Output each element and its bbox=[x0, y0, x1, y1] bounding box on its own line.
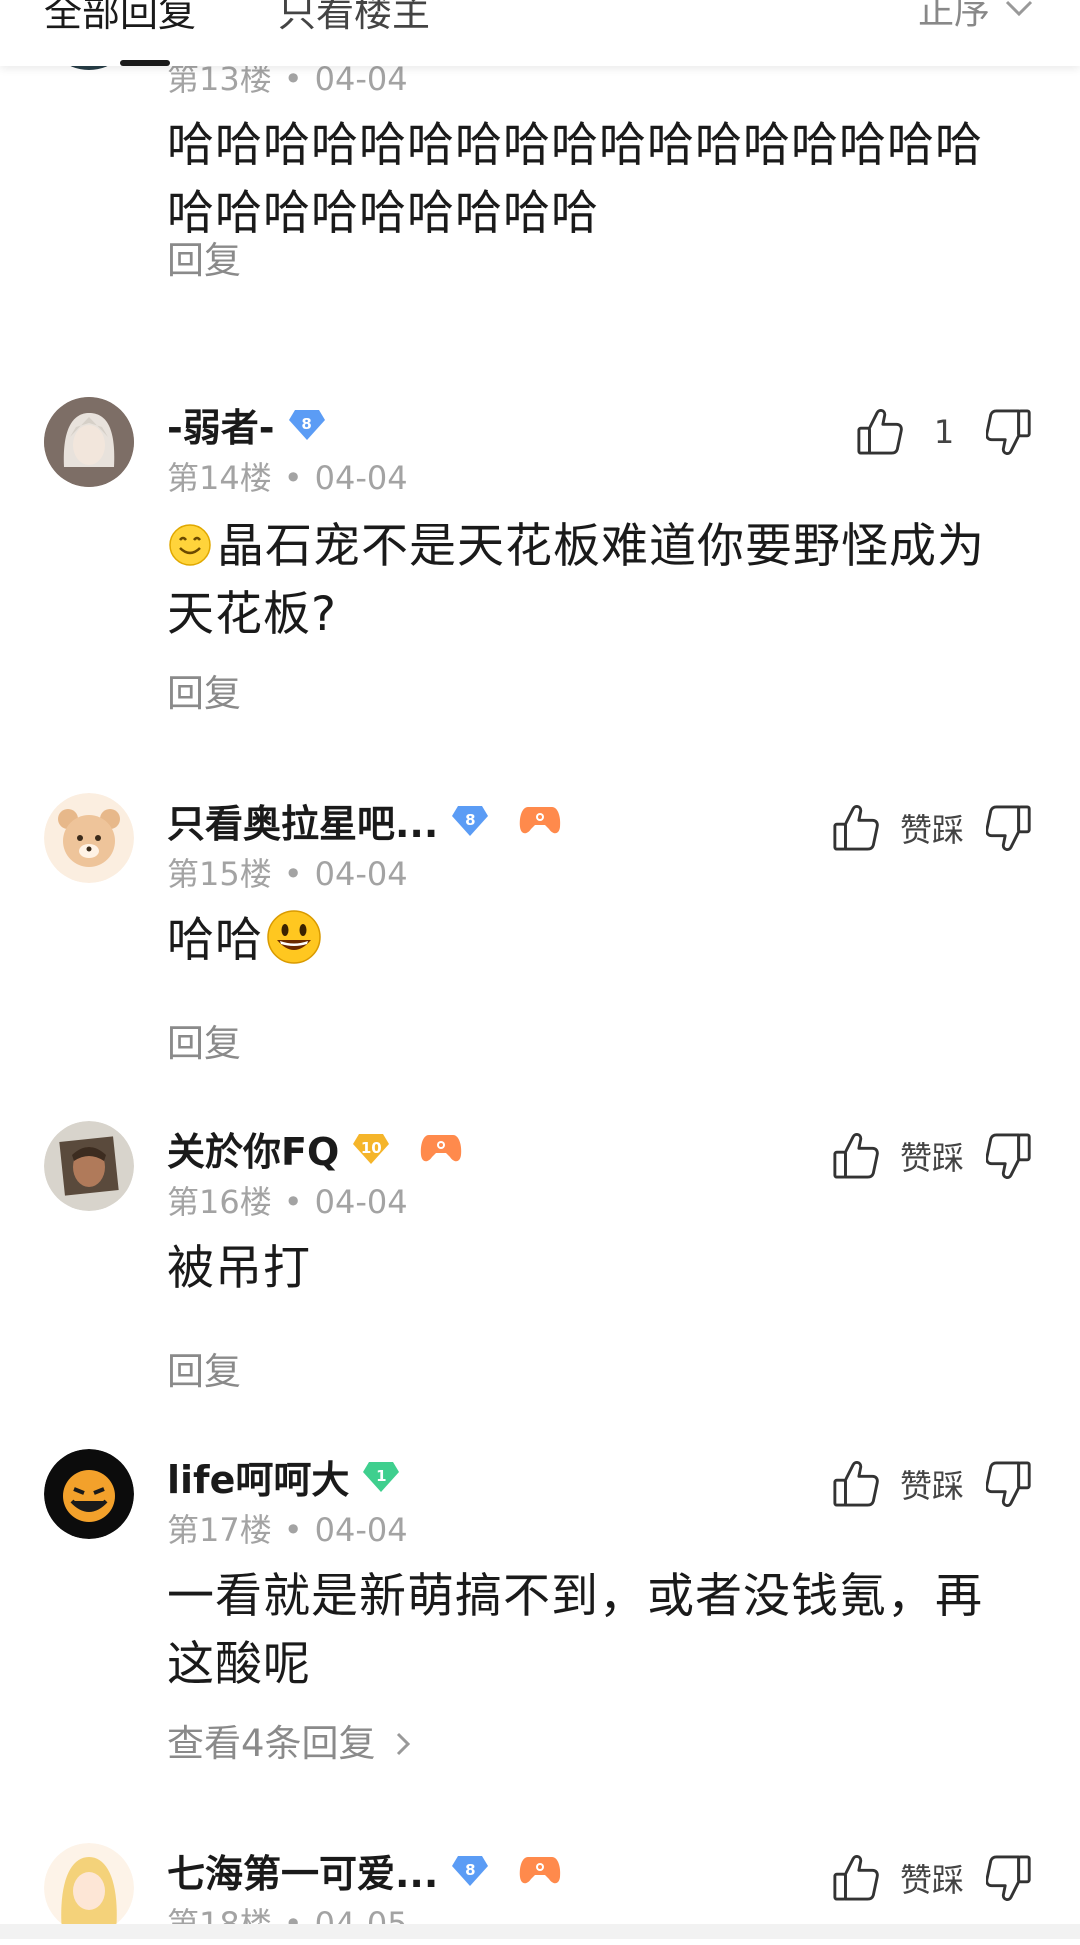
bottom-divider bbox=[0, 1924, 1080, 1939]
level-badge: 8 bbox=[287, 404, 327, 444]
grin-emoji-icon bbox=[267, 910, 321, 964]
level-badge: 8 bbox=[450, 1850, 490, 1890]
comment-text: 被吊打 bbox=[167, 1241, 311, 1296]
tab-all-replies[interactable]: 全部回复 bbox=[44, 0, 196, 37]
view-replies-link[interactable]: 查看4条回复 bbox=[167, 1713, 413, 1767]
chevron-right-icon bbox=[397, 1732, 411, 1756]
thumb-down-icon[interactable] bbox=[986, 1458, 1034, 1510]
avatar[interactable] bbox=[44, 1121, 134, 1211]
avatar[interactable] bbox=[44, 1449, 134, 1539]
comment-text: 哈哈 bbox=[167, 907, 1027, 975]
comment-meta: 第14楼 • 04-04 bbox=[167, 459, 408, 497]
like-label: 赞踩 bbox=[899, 1467, 964, 1505]
reply-button[interactable]: 回复 bbox=[167, 663, 241, 717]
thumb-up-icon[interactable] bbox=[856, 406, 904, 458]
vote-actions: 赞踩 bbox=[832, 793, 1034, 863]
floor-number: 第16楼 bbox=[167, 1183, 272, 1221]
post-date: 04-04 bbox=[314, 855, 408, 893]
comment-text: 一看就是新萌搞不到，或者没钱氪，再这酸呢 bbox=[167, 1569, 983, 1692]
thumb-up-icon[interactable] bbox=[832, 1130, 880, 1182]
sort-label: 正序 bbox=[917, 0, 990, 32]
gamepad-icon bbox=[520, 807, 561, 834]
thumb-up-icon[interactable] bbox=[832, 802, 880, 854]
avatar[interactable] bbox=[44, 1843, 134, 1933]
floor-number: 第17楼 bbox=[167, 1511, 272, 1549]
comment-meta: 第16楼 • 04-04 bbox=[167, 1183, 408, 1221]
thumb-down-icon[interactable] bbox=[986, 1130, 1034, 1182]
comment-text: 哈哈哈哈哈哈哈哈哈哈哈哈哈哈哈哈哈哈哈哈哈哈哈哈哈哈 bbox=[167, 118, 983, 241]
view-replies-label: 查看4条回复 bbox=[167, 1722, 376, 1765]
reply-tab-bar: 全部回复 只看楼主 正序 bbox=[0, 0, 1080, 66]
reply-button[interactable]: 回复 bbox=[167, 230, 241, 284]
floor-number: 第14楼 bbox=[167, 459, 272, 497]
username[interactable]: 只看奥拉星吧... bbox=[167, 793, 438, 848]
level-badge: 1 bbox=[361, 1456, 401, 1496]
vote-actions: 赞踩 bbox=[832, 1121, 1034, 1191]
active-tab-indicator bbox=[120, 60, 170, 66]
avatar[interactable] bbox=[44, 793, 134, 883]
level-badge: 8 bbox=[450, 800, 490, 840]
like-label: 赞踩 bbox=[899, 1139, 964, 1177]
post-date: 04-04 bbox=[314, 1183, 408, 1221]
thumb-down-icon[interactable] bbox=[986, 802, 1034, 854]
thumb-down-icon[interactable] bbox=[986, 406, 1034, 458]
vote-actions: 赞踩 bbox=[832, 1449, 1034, 1519]
thumb-up-icon[interactable] bbox=[832, 1458, 880, 1510]
username-row: 关於你FQ 10 bbox=[167, 1121, 463, 1176]
vote-actions: 赞踩 bbox=[832, 1843, 1034, 1913]
comment-text: 晶石宠不是天花板难道你要野怪成为天花板? bbox=[167, 519, 985, 642]
thumb-up-icon[interactable] bbox=[832, 1852, 880, 1904]
username[interactable]: 七海第一可爱... bbox=[167, 1843, 438, 1898]
tab-only-op[interactable]: 只看楼主 bbox=[278, 0, 430, 37]
thumb-down-icon[interactable] bbox=[986, 1852, 1034, 1904]
like-label: 赞踩 bbox=[899, 1861, 964, 1899]
username[interactable]: life呵呵大 bbox=[167, 1449, 349, 1504]
username-row: 只看奥拉星吧... 8 bbox=[167, 793, 562, 848]
level-badge: 10 bbox=[351, 1128, 391, 1168]
avatar[interactable] bbox=[44, 397, 134, 487]
like-count: 1 bbox=[933, 413, 955, 451]
username-row: -弱者- 8 bbox=[167, 397, 327, 452]
comment-meta: 第17楼 • 04-04 bbox=[167, 1511, 408, 1549]
username-row: life呵呵大 1 bbox=[167, 1449, 401, 1504]
gamepad-icon bbox=[520, 1857, 561, 1884]
post-date: 04-04 bbox=[314, 1511, 408, 1549]
username[interactable]: 关於你FQ bbox=[167, 1121, 339, 1176]
like-label: 赞踩 bbox=[899, 811, 964, 849]
chevron-down-icon bbox=[1005, 0, 1033, 17]
gamepad-icon bbox=[421, 1135, 462, 1162]
sort-dropdown[interactable]: 正序 bbox=[918, 0, 1034, 34]
smile-emoji-icon bbox=[169, 524, 211, 566]
floor-number: 第15楼 bbox=[167, 855, 272, 893]
username-row: 七海第一可爱... 8 bbox=[167, 1843, 562, 1898]
vote-actions: 1 bbox=[856, 397, 1034, 467]
reply-button[interactable]: 回复 bbox=[167, 1013, 241, 1067]
post-date: 04-04 bbox=[314, 459, 408, 497]
reply-button[interactable]: 回复 bbox=[167, 1341, 241, 1395]
username[interactable]: -弱者- bbox=[167, 397, 275, 452]
comment-meta: 第15楼 • 04-04 bbox=[167, 855, 408, 893]
